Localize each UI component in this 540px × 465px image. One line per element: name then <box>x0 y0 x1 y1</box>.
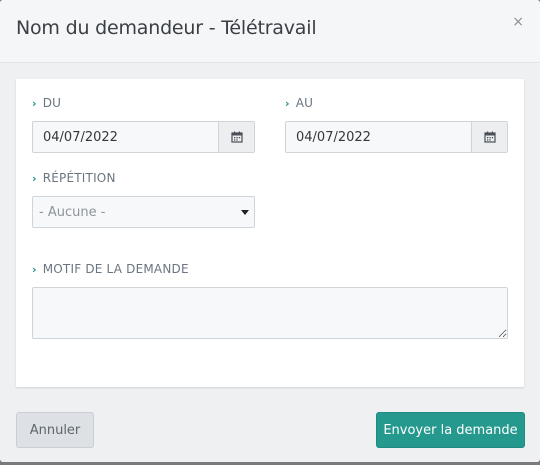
repetition-selected-value: - Aucune - <box>39 205 106 220</box>
from-date-label-text: DU <box>42 96 62 110</box>
submit-request-button[interactable]: Envoyer la demande <box>376 412 525 448</box>
reason-textarea[interactable] <box>32 287 508 339</box>
dialog-title: Nom du demandeur - Télétravail <box>16 17 317 39</box>
cancel-button[interactable]: Annuler <box>16 412 94 448</box>
chevron-right-icon: › <box>32 172 37 185</box>
repetition-select[interactable]: - Aucune - <box>32 196 255 228</box>
chevron-right-icon: › <box>32 97 37 110</box>
dialog-header: Nom du demandeur - Télétravail × <box>0 0 540 63</box>
from-date-input[interactable] <box>33 122 218 152</box>
to-date-input[interactable] <box>286 122 471 152</box>
to-date-group <box>285 121 508 153</box>
caret-down-icon <box>241 210 249 215</box>
calendar-icon[interactable] <box>218 122 254 152</box>
to-date-label-text: AU <box>295 96 314 110</box>
calendar-icon[interactable] <box>471 122 507 152</box>
repetition-label-text: RÉPÉTITION <box>42 171 116 185</box>
reason-label-text: MOTIF DE LA DEMANDE <box>42 262 189 276</box>
chevron-right-icon: › <box>32 263 37 276</box>
close-icon[interactable]: × <box>512 15 524 29</box>
chevron-right-icon: › <box>285 97 290 110</box>
repetition-label: › RÉPÉTITION <box>32 171 116 185</box>
telework-request-dialog: Nom du demandeur - Télétravail × › DU 04… <box>0 0 540 462</box>
form-panel: › DU › AU <box>16 79 524 387</box>
from-date-group <box>32 121 255 153</box>
reason-label: › MOTIF DE LA DEMANDE <box>32 262 189 276</box>
to-date-label: › AU <box>285 96 313 110</box>
from-date-label: › DU <box>32 96 61 110</box>
